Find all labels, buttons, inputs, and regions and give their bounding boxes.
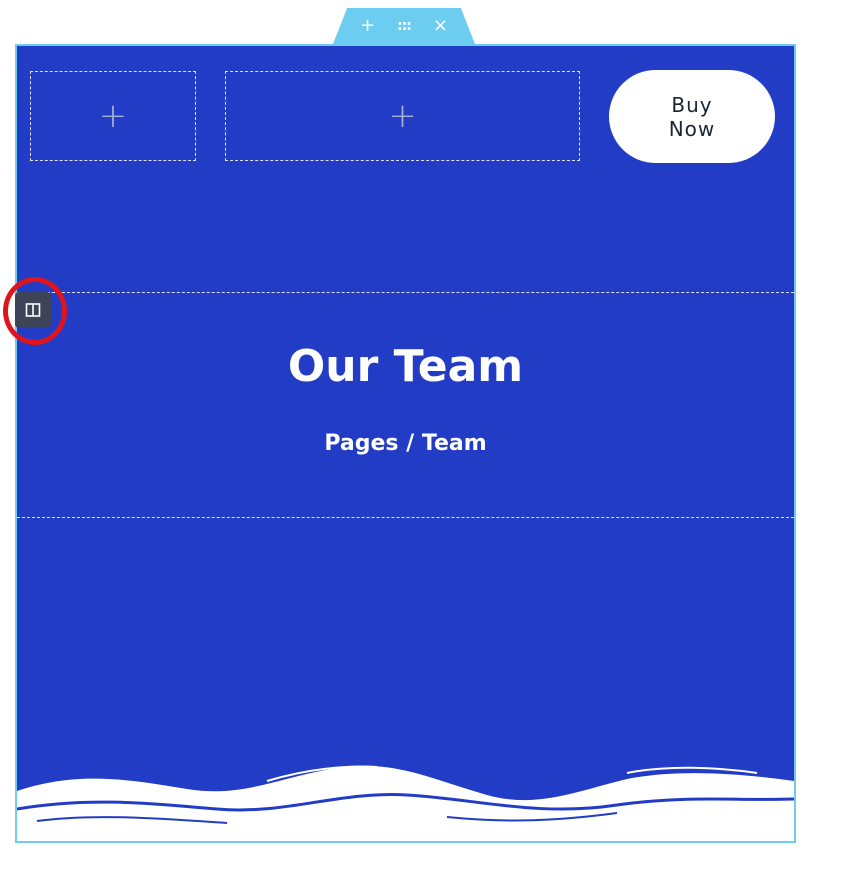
edit-column-handle[interactable]	[15, 292, 51, 328]
column-layout-icon	[25, 303, 41, 317]
wave-divider	[17, 765, 794, 841]
hero-section[interactable]: + + Buy Now Our Team Pages / Team	[15, 44, 796, 843]
inner-section[interactable]: Our Team Pages / Team	[17, 292, 794, 518]
add-widget-icon[interactable]: +	[388, 99, 417, 133]
delete-section-icon[interactable]: ×	[433, 17, 448, 35]
add-section-icon[interactable]: +	[360, 17, 375, 35]
breadcrumb: Pages / Team	[324, 431, 487, 456]
editor-canvas: + ::: × + + Buy Now Our Team Pages / Tea…	[0, 0, 850, 893]
empty-column-slot-2[interactable]: +	[225, 71, 580, 161]
empty-column-slot-1[interactable]: +	[30, 71, 196, 161]
section-handle-toolbar: + ::: ×	[333, 8, 475, 44]
page-title: Our Team	[287, 341, 524, 392]
add-widget-icon[interactable]: +	[99, 99, 128, 133]
buy-now-button[interactable]: Buy Now	[609, 70, 775, 163]
drag-handle-icon[interactable]: :::	[397, 19, 412, 33]
